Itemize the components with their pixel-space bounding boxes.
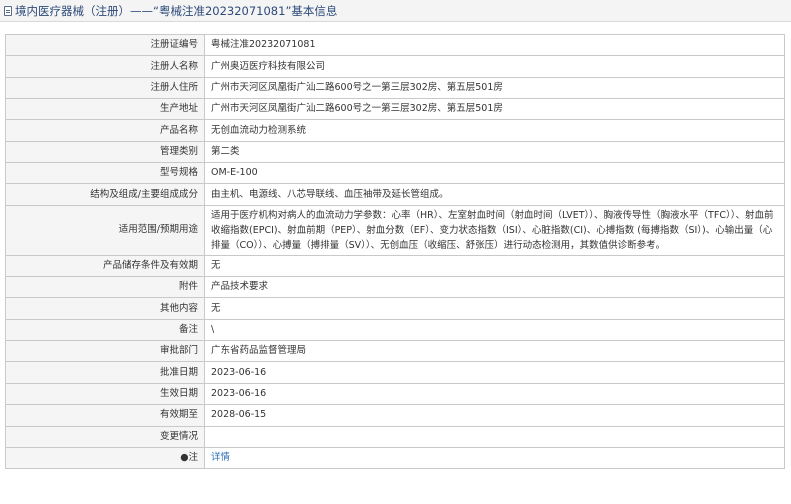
row-label: 管理类别 — [5, 140, 205, 164]
table-row: 管理类别 第二类 — [5, 140, 785, 164]
row-label: ●注 — [5, 446, 205, 470]
table-row: 其他内容 无 — [5, 297, 785, 320]
row-label: 批准日期 — [5, 361, 205, 384]
row-label: 有效期至 — [5, 404, 205, 427]
row-label: 生效日期 — [5, 382, 205, 406]
row-label: 审批部门 — [5, 340, 205, 363]
row-value: 广州市天河区凤凰街广汕二路600号之一第三层302房、第五层501房 — [204, 76, 785, 100]
row-value: \ — [204, 318, 785, 342]
row-label: 其他内容 — [5, 297, 205, 320]
table-row: 变更情况 — [5, 425, 785, 448]
table-row: ●注 详情 — [5, 446, 785, 470]
table-row: 备注 \ — [5, 318, 785, 342]
row-value: 产品技术要求 — [204, 276, 785, 299]
row-label: 注册证编号 — [5, 33, 205, 57]
row-label: 附件 — [5, 276, 205, 299]
row-value: OM-E-100 — [204, 162, 785, 185]
document-icon — [4, 5, 12, 16]
table-row: 生产地址 广州市天河区凤凰街广汕二路600号之一第三层302房、第五层501房 — [5, 98, 785, 121]
row-value: 广东省药品监督管理局 — [204, 340, 785, 363]
row-value: 由主机、电源线、八芯导联线、血压袖带及延长管组成。 — [204, 183, 785, 206]
row-value: 第二类 — [204, 140, 785, 164]
row-label: 产品名称 — [5, 119, 205, 142]
page-header: 境内医疗器械（注册）——“粤械注准20232071081”基本信息 — [0, 0, 791, 22]
row-label: 变更情况 — [5, 425, 205, 448]
row-value: 2023-06-16 — [204, 382, 785, 406]
row-value — [204, 425, 785, 448]
row-value: 粤械注准20232071081 — [204, 33, 785, 57]
row-label: 产品储存条件及有效期 — [5, 254, 205, 278]
row-value: 无创血流动力检测系统 — [204, 119, 785, 142]
table-row: 注册证编号 粤械注准20232071081 — [5, 33, 785, 57]
row-value: 2023-06-16 — [204, 361, 785, 384]
info-table: 注册证编号 粤械注准20232071081 注册人名称 广州奥迈医疗科技有限公司… — [5, 33, 785, 470]
row-value: 2028-06-15 — [204, 404, 785, 427]
row-label: 备注 — [5, 318, 205, 342]
row-label: 适用范围/预期用途 — [5, 204, 205, 256]
info-table-container: 注册证编号 粤械注准20232071081 注册人名称 广州奥迈医疗科技有限公司… — [5, 33, 785, 470]
table-row: 注册人住所 广州市天河区凤凰街广汕二路600号之一第三层302房、第五层501房 — [5, 76, 785, 100]
table-row: 有效期至 2028-06-15 — [5, 404, 785, 427]
row-label: 结构及组成/主要组成成分 — [5, 183, 205, 206]
row-value: 无 — [204, 254, 785, 278]
row-label: 生产地址 — [5, 98, 205, 121]
table-row: 产品名称 无创血流动力检测系统 — [5, 119, 785, 142]
page-title: 境内医疗器械（注册）——“粤械注准20232071081”基本信息 — [15, 3, 338, 18]
row-value: 广州市天河区凤凰街广汕二路600号之一第三层302房、第五层501房 — [204, 98, 785, 121]
table-row: 产品储存条件及有效期 无 — [5, 254, 785, 278]
table-row: 适用范围/预期用途 适用于医疗机构对病人的血流动力学参数：心率（HR）、左室射血… — [5, 204, 785, 256]
table-row: 审批部门 广东省药品监督管理局 — [5, 340, 785, 363]
row-value: 适用于医疗机构对病人的血流动力学参数：心率（HR）、左室射血时间（射血时间（LV… — [204, 204, 785, 256]
row-value: 详情 — [204, 446, 785, 470]
table-row: 生效日期 2023-06-16 — [5, 382, 785, 406]
table-row: 注册人名称 广州奥迈医疗科技有限公司 — [5, 55, 785, 78]
row-value: 无 — [204, 297, 785, 320]
row-value: 广州奥迈医疗科技有限公司 — [204, 55, 785, 78]
table-row: 批准日期 2023-06-16 — [5, 361, 785, 384]
details-link[interactable]: 详情 — [211, 452, 230, 463]
table-row: 附件 产品技术要求 — [5, 276, 785, 299]
table-row: 结构及组成/主要组成成分 由主机、电源线、八芯导联线、血压袖带及延长管组成。 — [5, 183, 785, 206]
row-label: 型号规格 — [5, 162, 205, 185]
row-label: 注册人名称 — [5, 55, 205, 78]
table-row: 型号规格 OM-E-100 — [5, 162, 785, 185]
row-label: 注册人住所 — [5, 76, 205, 100]
